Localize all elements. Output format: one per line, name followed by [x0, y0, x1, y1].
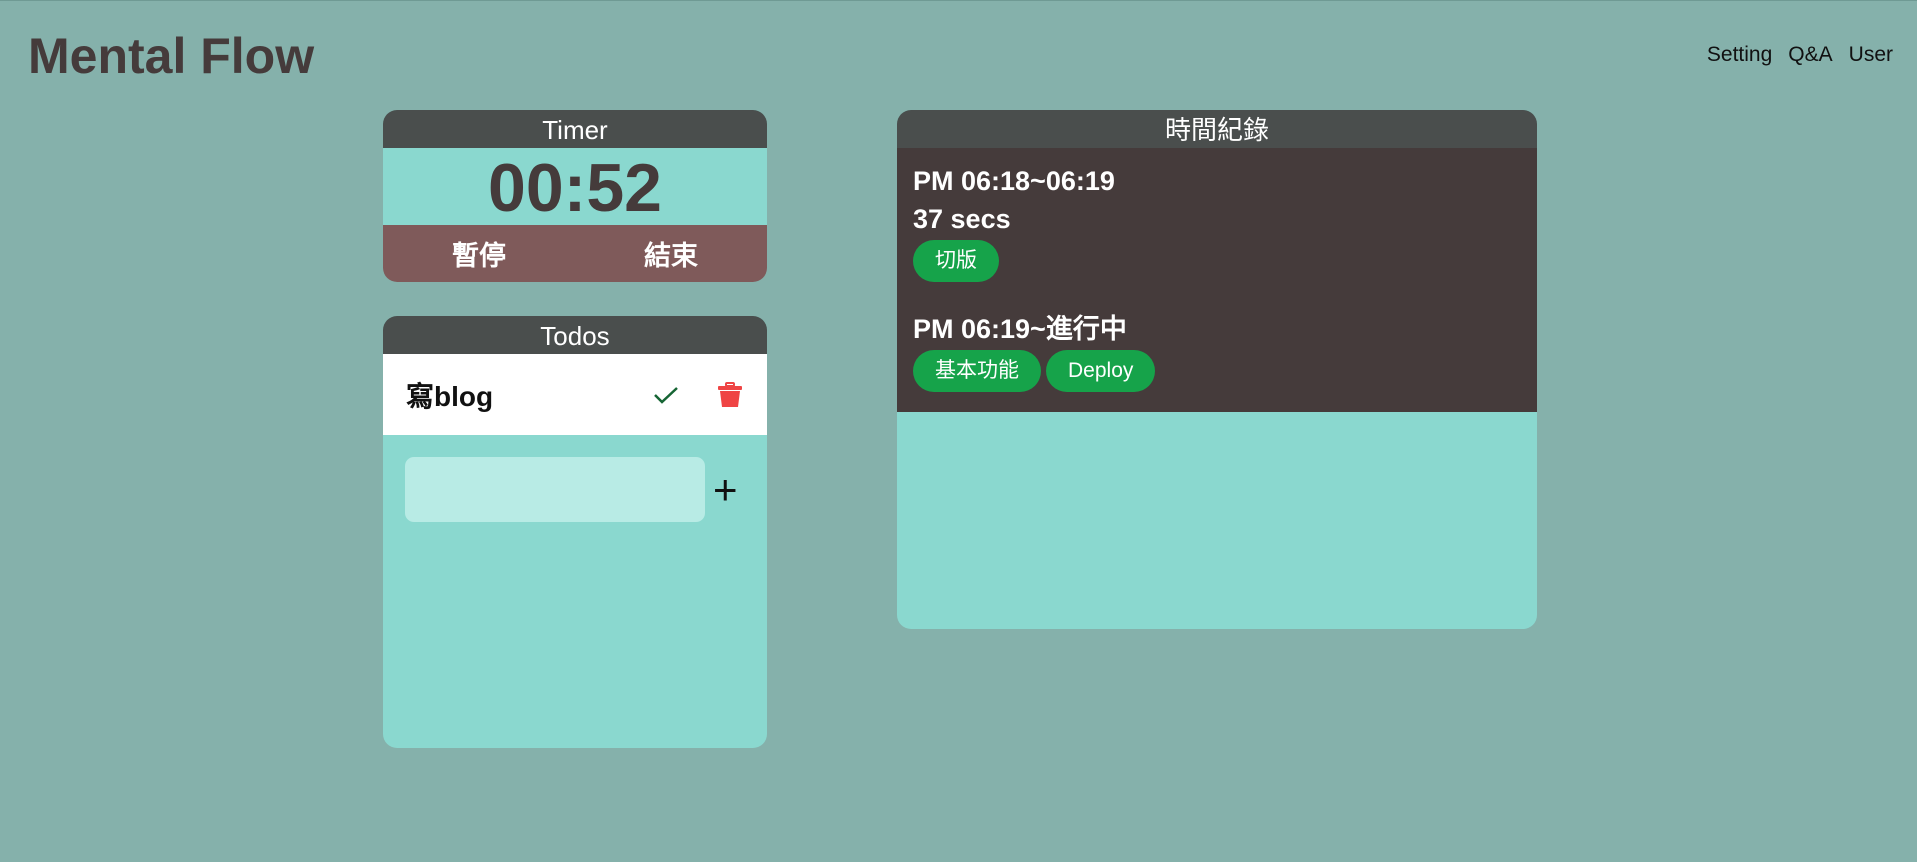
todos-card: Todos 寫blog + [383, 316, 767, 748]
log-entry-range: PM 06:18~06:19 [913, 166, 1115, 196]
nav-qa[interactable]: Q&A [1788, 43, 1832, 67]
app-title: Mental Flow [28, 28, 315, 84]
tag-badge[interactable]: Deploy [1046, 350, 1156, 392]
check-icon[interactable] [651, 380, 681, 410]
trash-icon[interactable] [715, 380, 745, 410]
tag-badge[interactable]: 基本功能 [913, 350, 1041, 392]
end-button[interactable]: 結束 [575, 225, 767, 282]
time-log-title: 時間紀錄 [897, 110, 1537, 148]
top-nav: Setting Q&A User [1707, 43, 1893, 67]
log-entry: PM 06:18~06:19 37 secs 切版 [913, 162, 1521, 282]
nav-user[interactable]: User [1849, 43, 1893, 67]
tag-badge[interactable]: 切版 [913, 240, 999, 282]
log-entry-range: PM 06:19~進行中 [913, 314, 1127, 344]
todos-title: Todos [383, 316, 767, 354]
todo-item: 寫blog [383, 354, 767, 435]
timer-card: Timer 00:52 暫停 結束 [383, 110, 767, 282]
add-todo-button[interactable]: + [713, 468, 738, 511]
timer-title: Timer [383, 110, 767, 148]
log-entry: PM 06:19~進行中 基本功能 Deploy [913, 310, 1521, 392]
pause-button[interactable]: 暫停 [383, 225, 575, 282]
time-log-card: 時間紀錄 PM 06:18~06:19 37 secs 切版 PM 06:19~… [897, 110, 1537, 629]
new-todo-input[interactable] [405, 457, 705, 522]
timer-display: 00:52 [488, 150, 662, 226]
todo-text: 寫blog [406, 380, 494, 412]
nav-setting[interactable]: Setting [1707, 43, 1772, 67]
log-entry-duration: 37 secs [913, 204, 1011, 234]
